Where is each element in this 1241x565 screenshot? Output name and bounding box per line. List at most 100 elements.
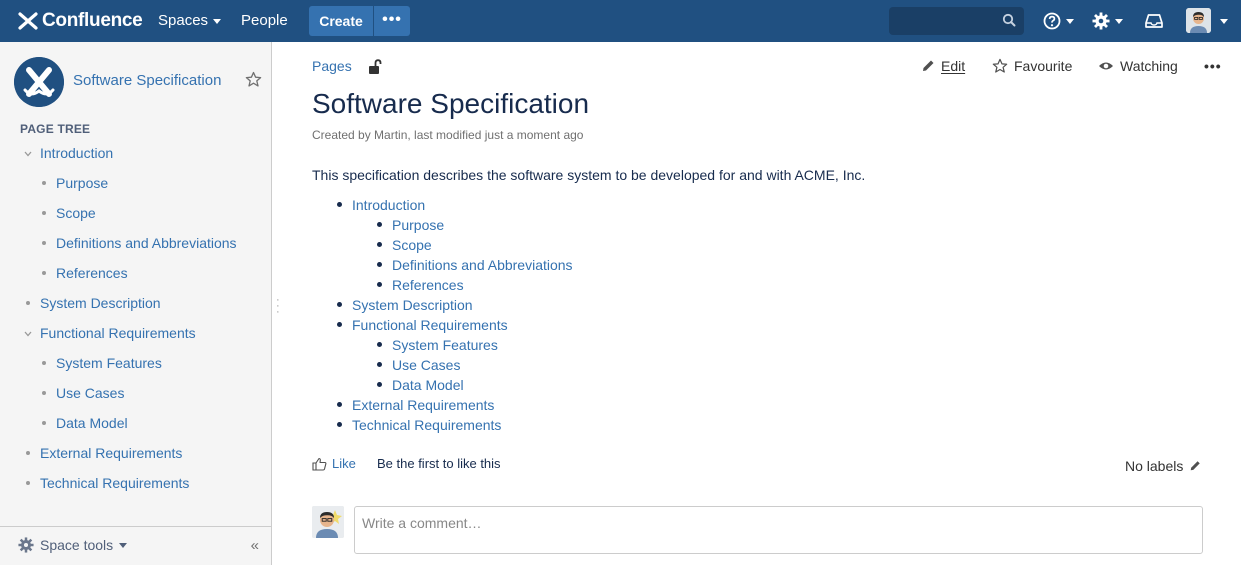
page-title: Software Specification: [312, 88, 590, 119]
tree-bullet: [42, 271, 46, 275]
spaces-label: Spaces: [158, 12, 209, 29]
unlock-icon[interactable]: [368, 59, 382, 75]
gear-icon: [18, 537, 34, 553]
list-bullet: [377, 362, 382, 367]
breadcrumb-pages[interactable]: Pages: [312, 58, 352, 74]
like-summary: Be the first to like this: [377, 456, 501, 471]
tree-item-data-model[interactable]: Data Model: [56, 415, 128, 431]
tree-item-system-description[interactable]: System Description: [40, 295, 161, 311]
confluence-logo-icon: [18, 12, 38, 30]
toc-link-functional-requirements[interactable]: Functional Requirements: [352, 317, 508, 333]
logo-text: Confluence: [42, 10, 143, 31]
notifications-tray-icon: [1145, 14, 1163, 28]
tree-item-purpose[interactable]: Purpose: [56, 175, 108, 191]
tree-item-references[interactable]: References: [56, 265, 128, 281]
tree-item-system-features[interactable]: System Features: [56, 355, 162, 371]
tree-bullet: [42, 391, 46, 395]
list-bullet: [377, 342, 382, 347]
toc-link-system-features[interactable]: System Features: [392, 337, 498, 353]
commenter-avatar: [312, 506, 344, 538]
settings-menu[interactable]: [1092, 10, 1123, 32]
sidebar-resize-handle[interactable]: · · ·: [276, 295, 280, 318]
star-icon: [992, 58, 1008, 73]
favourite-button[interactable]: Favourite: [992, 58, 1072, 74]
page-intro-text: This specification describes the softwar…: [312, 167, 866, 183]
toc-link-data-model[interactable]: Data Model: [392, 377, 464, 393]
space-title-link[interactable]: Software Specification: [73, 72, 221, 89]
help-icon: [1043, 12, 1061, 30]
edit-button[interactable]: Edit: [921, 58, 965, 74]
toc-link-external-requirements[interactable]: External Requirements: [352, 397, 494, 413]
thumbs-up-icon: [312, 457, 327, 471]
collapse-sidebar-button[interactable]: «: [251, 537, 259, 554]
space-logo-icon: [14, 57, 64, 107]
tree-bullet: [42, 421, 46, 425]
chevron-down-icon: [1066, 18, 1074, 24]
tree-item-definitions[interactable]: Definitions and Abbreviations: [56, 235, 237, 251]
toc-link-system-description[interactable]: System Description: [352, 297, 473, 313]
like-label: Like: [332, 456, 356, 471]
create-button[interactable]: Create: [309, 6, 373, 36]
chevron-down-icon[interactable]: [24, 151, 32, 157]
list-bullet: [377, 282, 382, 287]
help-menu[interactable]: [1043, 10, 1074, 32]
sidebar-footer: Space tools «: [0, 526, 271, 565]
list-bullet: [337, 202, 342, 207]
more-actions-button[interactable]: •••: [1204, 58, 1222, 74]
list-bullet: [377, 222, 382, 227]
toc-link-references[interactable]: References: [392, 277, 464, 293]
toc-link-technical-requirements[interactable]: Technical Requirements: [352, 417, 501, 433]
space-tools-button[interactable]: Space tools: [18, 537, 128, 553]
list-bullet: [337, 402, 342, 407]
user-avatar[interactable]: [1186, 8, 1211, 33]
tree-item-scope[interactable]: Scope: [56, 205, 96, 221]
user-avatar-icon: [1186, 8, 1211, 33]
confluence-logo[interactable]: Confluence: [18, 8, 143, 34]
like-button[interactable]: Like: [312, 456, 356, 471]
page-byline: Created by Martin, last modified just a …: [312, 128, 584, 142]
notifications-button[interactable]: [1145, 10, 1163, 32]
pencil-icon[interactable]: [1189, 460, 1201, 472]
tree-item-use-cases[interactable]: Use Cases: [56, 385, 124, 401]
chevron-down-icon[interactable]: [24, 331, 32, 337]
toc-link-scope[interactable]: Scope: [392, 237, 432, 253]
toc-link-introduction[interactable]: Introduction: [352, 197, 425, 213]
search-icon: [1002, 13, 1016, 27]
list-bullet: [337, 322, 342, 327]
edit-label: Edit: [941, 58, 966, 74]
star-icon[interactable]: [245, 71, 262, 88]
people-link[interactable]: People: [241, 0, 288, 42]
chevron-down-icon: [1115, 18, 1123, 24]
toc-link-purpose[interactable]: Purpose: [392, 217, 444, 233]
chevron-down-icon[interactable]: [1220, 19, 1228, 24]
watching-label: Watching: [1120, 58, 1178, 74]
search-input[interactable]: [889, 7, 1024, 35]
tree-bullet: [42, 211, 46, 215]
labels-section: No labels: [1125, 458, 1201, 474]
tree-item-technical-requirements[interactable]: Technical Requirements: [40, 475, 189, 491]
tree-item-external-requirements[interactable]: External Requirements: [40, 445, 182, 461]
tree-bullet: [42, 241, 46, 245]
favourite-label: Favourite: [1014, 58, 1073, 74]
list-bullet: [377, 262, 382, 267]
eye-icon: [1099, 62, 1113, 70]
watching-button[interactable]: Watching: [1098, 58, 1178, 74]
chevron-down-icon: [119, 542, 128, 548]
comment-input[interactable]: Write a comment…: [354, 506, 1203, 554]
list-bullet: [337, 302, 342, 307]
tree-item-introduction[interactable]: Introduction: [40, 145, 113, 161]
space-logo[interactable]: [14, 57, 64, 107]
tree-bullet: [26, 481, 30, 485]
user-avatar-icon: [312, 506, 344, 538]
create-more-button[interactable]: •••: [374, 6, 410, 36]
tree-bullet: [26, 451, 30, 455]
no-labels-text: No labels: [1125, 458, 1184, 474]
toc-link-definitions[interactable]: Definitions and Abbreviations: [392, 257, 573, 273]
tree-bullet: [42, 361, 46, 365]
toc-link-use-cases[interactable]: Use Cases: [392, 357, 460, 373]
page-tree-heading: PAGE TREE: [20, 122, 91, 136]
spaces-menu[interactable]: Spaces: [158, 0, 222, 42]
tree-item-functional-requirements[interactable]: Functional Requirements: [40, 325, 196, 341]
tree-bullet: [26, 301, 30, 305]
pencil-icon: [923, 60, 934, 71]
